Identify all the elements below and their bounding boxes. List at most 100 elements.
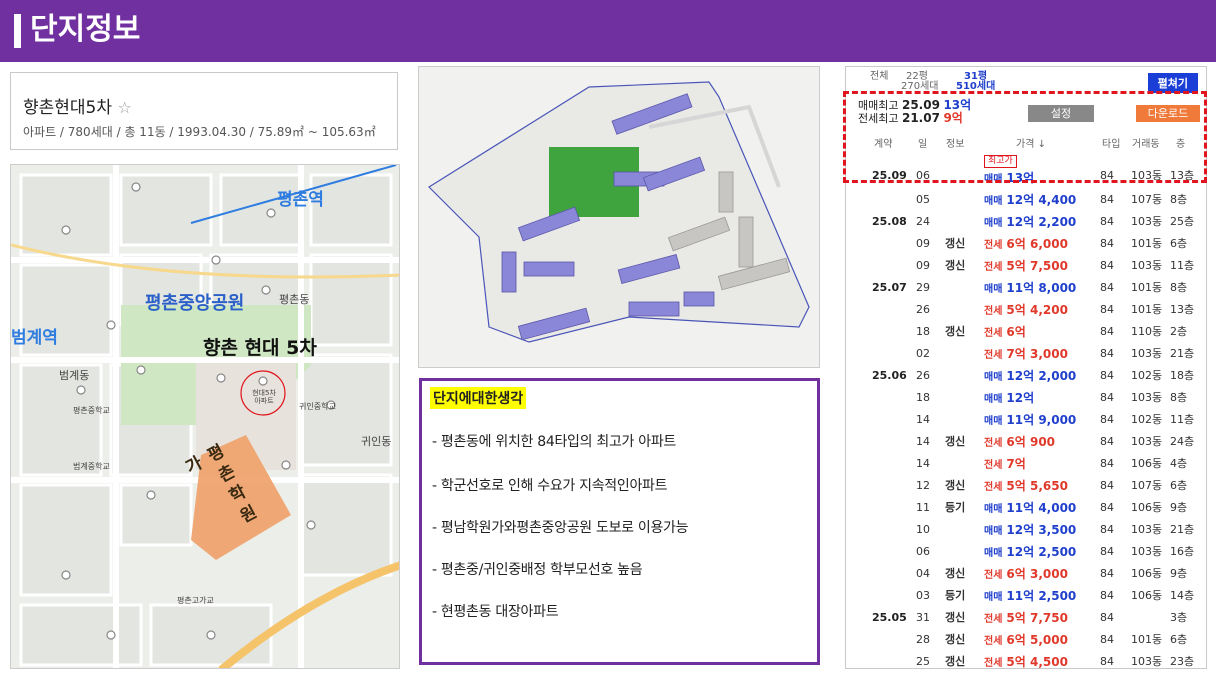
map-label-school3: 범계중학교 <box>73 462 110 471</box>
table-row[interactable]: 03 등기 84 106동 14층 매매 11억 2,500 <box>846 585 1206 607</box>
price-value: 7억 <box>1006 457 1026 471</box>
price-value: 5억 4,500 <box>1006 655 1068 669</box>
favorite-star-icon[interactable]: ☆ <box>117 98 131 117</box>
price-value: 5억 7,750 <box>1006 611 1068 625</box>
table-row[interactable]: 14 갱신 84 103동 24층 전세 6억 900 <box>846 431 1206 455</box>
cell-price: 전세 6억 900 <box>984 431 1055 455</box>
price-value: 6억 5,000 <box>1006 633 1068 647</box>
deal-type: 매매 <box>984 372 1003 383</box>
cell-type: 84 <box>1100 655 1114 668</box>
price-value: 11억 8,000 <box>1006 281 1077 295</box>
cell-type: 84 <box>1100 479 1114 492</box>
cell-floor: 11층 <box>1170 413 1195 426</box>
table-row[interactable]: 11 등기 84 106동 9층 매매 11억 4,000 <box>846 497 1206 519</box>
cell-day: 25 <box>916 655 930 668</box>
table-row[interactable]: 18 갱신 84 110동 2층 전세 6억 <box>846 321 1206 343</box>
cell-day: 05 <box>916 193 930 206</box>
table-row[interactable]: 26 84 101동 13층 전세 5억 4,200 <box>846 299 1206 321</box>
cell-floor: 3층 <box>1170 611 1188 624</box>
cell-info: 갱신 <box>945 479 966 492</box>
cell-floor: 16층 <box>1170 545 1195 558</box>
table-row[interactable]: 25 갱신 84 103동 23층 전세 5억 4,500 <box>846 651 1206 669</box>
cell-day: 12 <box>916 479 930 492</box>
cell-info: 갱신 <box>945 567 966 580</box>
cell-day: 18 <box>916 391 930 404</box>
cell-day: 09 <box>916 259 930 272</box>
price-value: 11억 9,000 <box>1006 413 1077 427</box>
table-row[interactable]: 09 갱신 84 103동 11층 전세 5억 7,500 <box>846 255 1206 277</box>
cell-floor: 24층 <box>1170 435 1195 448</box>
cell-floor: 4층 <box>1170 457 1188 470</box>
deal-type: 전세 <box>984 658 1003 669</box>
map-label-dong-gwiin: 귀인동 <box>361 435 392 448</box>
table-row[interactable]: 09 갱신 84 101동 6층 전세 6억 6,000 <box>846 233 1206 255</box>
cell-info: 갱신 <box>945 655 966 668</box>
price-value: 5억 4,200 <box>1006 303 1068 317</box>
cell-floor: 9층 <box>1170 567 1188 580</box>
highlight-dashed-box <box>843 91 1207 183</box>
cell-type: 84 <box>1100 611 1114 624</box>
price-value: 7억 3,000 <box>1006 347 1068 361</box>
table-row[interactable]: 02 84 103동 21층 전세 7억 3,000 <box>846 343 1206 365</box>
cell-info: 갱신 <box>945 633 966 646</box>
cell-type: 84 <box>1100 325 1114 338</box>
cell-floor: 8층 <box>1170 391 1188 404</box>
table-row[interactable]: 14 84 106동 4층 전세 7억 <box>846 453 1206 475</box>
cell-contract-month: 25.08 <box>872 215 907 228</box>
table-row[interactable]: 18 84 103동 8층 매매 12억 <box>846 387 1206 411</box>
cell-dong: 102동 <box>1131 369 1163 382</box>
table-row[interactable]: 05 84 107동 8층 매매 12억 4,400 <box>846 189 1206 211</box>
cell-info: 갱신 <box>945 325 966 338</box>
cell-day: 02 <box>916 347 930 360</box>
deal-type: 전세 <box>984 306 1003 317</box>
price-value: 6억 3,000 <box>1006 567 1068 581</box>
cell-dong: 103동 <box>1131 545 1163 558</box>
price-value: 12억 3,500 <box>1006 523 1077 537</box>
cell-dong: 107동 <box>1131 193 1163 206</box>
deal-type: 매매 <box>984 218 1003 229</box>
cell-floor: 14층 <box>1170 589 1195 602</box>
location-map[interactable]: 평촌역 평촌중앙공원 향촌 현대 5차 범계역 평촌학원가 현대5차 아파트 귀… <box>10 164 400 669</box>
cell-dong: 103동 <box>1131 259 1163 272</box>
table-row[interactable]: 14 84 102동 11층 매매 11억 9,000 <box>846 409 1206 431</box>
cell-type: 84 <box>1100 545 1114 558</box>
cell-type: 84 <box>1100 303 1114 316</box>
cell-floor: 6층 <box>1170 237 1188 250</box>
table-row[interactable]: 25.08 24 84 103동 25층 매매 12억 2,200 <box>846 211 1206 235</box>
cell-price: 전세 5억 5,650 <box>984 475 1068 499</box>
table-row[interactable]: 25.06 26 84 102동 18층 매매 12억 2,000 <box>846 365 1206 387</box>
page-title: 단지정보 <box>30 12 141 47</box>
deal-type: 매매 <box>984 592 1003 603</box>
deal-type: 매매 <box>984 196 1003 207</box>
table-row[interactable]: 04 갱신 84 106동 9층 전세 6억 3,000 <box>846 563 1206 585</box>
cell-price: 매매 11억 8,000 <box>984 277 1076 301</box>
expand-button[interactable]: 펼쳐기 <box>1147 73 1198 93</box>
cell-dong: 101동 <box>1131 281 1163 294</box>
cell-info: 갱신 <box>945 435 966 448</box>
cell-type: 84 <box>1100 567 1114 580</box>
page-header: 단지정보 <box>0 0 1216 62</box>
table-row[interactable]: 10 84 103동 21층 매매 12억 3,500 <box>846 519 1206 541</box>
cell-floor: 23층 <box>1170 655 1195 668</box>
cell-floor: 13층 <box>1170 303 1195 316</box>
map-label-complex-pin: 현대5차 아파트 <box>252 389 276 405</box>
deal-type: 전세 <box>984 460 1003 471</box>
table-row[interactable]: 12 갱신 84 107동 6층 전세 5억 5,650 <box>846 475 1206 499</box>
cell-price: 매매 12억 <box>984 387 1034 411</box>
cell-price: 매매 12억 2,200 <box>984 211 1076 235</box>
site-plan-map[interactable] <box>418 66 820 368</box>
table-row[interactable]: 06 84 103동 16층 매매 12억 2,500 <box>846 541 1206 563</box>
price-value: 6억 <box>1006 325 1026 339</box>
cell-dong: 103동 <box>1131 655 1163 668</box>
table-row[interactable]: 25.05 31 갱신 84 3층 전세 5억 7,750 <box>846 607 1206 629</box>
cell-type: 84 <box>1100 391 1114 404</box>
price-value: 12억 <box>1006 391 1035 405</box>
thought-item: - 현평촌동 대장아파트 <box>432 604 559 620</box>
price-value: 6억 900 <box>1006 435 1056 449</box>
table-row[interactable]: 25.07 29 84 101동 8층 매매 11억 8,000 <box>846 277 1206 301</box>
cell-info: 갱신 <box>945 237 966 250</box>
tab-all[interactable]: 전체 <box>870 71 888 82</box>
cell-dong: 106동 <box>1131 589 1163 602</box>
cell-day: 18 <box>916 325 930 338</box>
table-row[interactable]: 28 갱신 84 101동 6층 전세 6억 5,000 <box>846 629 1206 651</box>
